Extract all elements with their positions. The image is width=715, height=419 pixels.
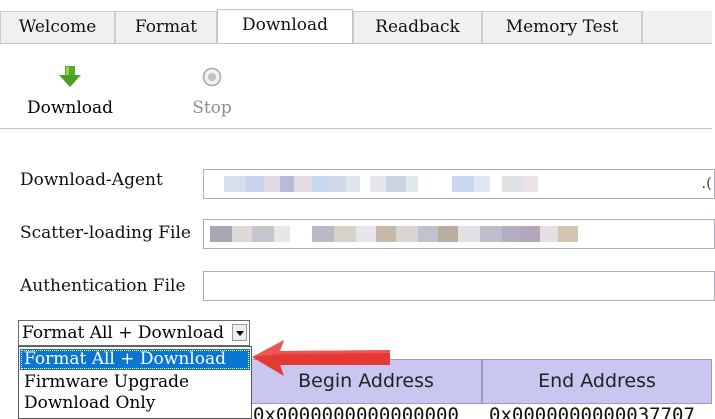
tab-download-label: Download xyxy=(241,15,329,35)
scatter-loading-field[interactable] xyxy=(203,219,715,249)
stop-button-label: Stop xyxy=(192,98,232,118)
stop-circle-icon xyxy=(202,67,222,87)
download-mode-dropdown[interactable]: Format All + Download xyxy=(18,320,250,346)
tab-bar-divider xyxy=(0,43,712,44)
tab-bar-filler xyxy=(642,11,712,43)
scatter-loading-label: Scatter-loading File xyxy=(20,223,191,243)
tab-welcome-label: Welcome xyxy=(18,17,97,37)
tab-readback[interactable]: Readback xyxy=(353,11,482,43)
column-header-end-address[interactable]: End Address xyxy=(482,359,712,404)
chevron-down-icon[interactable] xyxy=(232,324,247,341)
table-row-begin-cell: 0x0000000000000000 xyxy=(253,404,459,419)
tab-memory-test-label: Memory Test xyxy=(505,17,619,37)
tab-bar: Welcome Format Download Readback Memory … xyxy=(0,0,715,44)
tab-format[interactable]: Format xyxy=(115,11,217,43)
stop-button[interactable]: Stop xyxy=(164,66,260,124)
option-format-all-download[interactable]: Format All + Download xyxy=(20,349,250,370)
download-agent-label: Download-Agent xyxy=(20,170,163,190)
option-download-only[interactable]: Download Only xyxy=(20,393,250,414)
download-mode-options-list: Format All + Download Firmware Upgrade D… xyxy=(18,346,252,419)
annotation-arrow-icon xyxy=(252,340,390,376)
tab-memory-test[interactable]: Memory Test xyxy=(482,11,642,43)
download-button-label: Download xyxy=(26,98,114,118)
download-mode-selected-value: Format All + Download xyxy=(22,323,224,343)
scatter-loading-path-blurred xyxy=(204,220,578,242)
authentication-file-field[interactable] xyxy=(203,271,715,301)
download-agent-path-blurred xyxy=(204,170,538,192)
toolbar-divider xyxy=(0,128,712,129)
authentication-file-label: Authentication File xyxy=(20,276,186,296)
download-agent-path-tail: .( xyxy=(701,174,712,192)
tab-readback-label: Readback xyxy=(375,17,460,37)
table-row-end-cell: 0x0000000000037707 xyxy=(489,404,695,419)
tab-format-label: Format xyxy=(134,17,198,37)
green-down-arrow-icon xyxy=(59,66,81,87)
download-button[interactable]: Download xyxy=(22,66,118,124)
tab-download[interactable]: Download xyxy=(217,9,353,44)
tab-welcome[interactable]: Welcome xyxy=(0,11,115,43)
option-firmware-upgrade[interactable]: Firmware Upgrade xyxy=(20,372,250,393)
download-agent-field[interactable]: .( xyxy=(203,169,715,199)
